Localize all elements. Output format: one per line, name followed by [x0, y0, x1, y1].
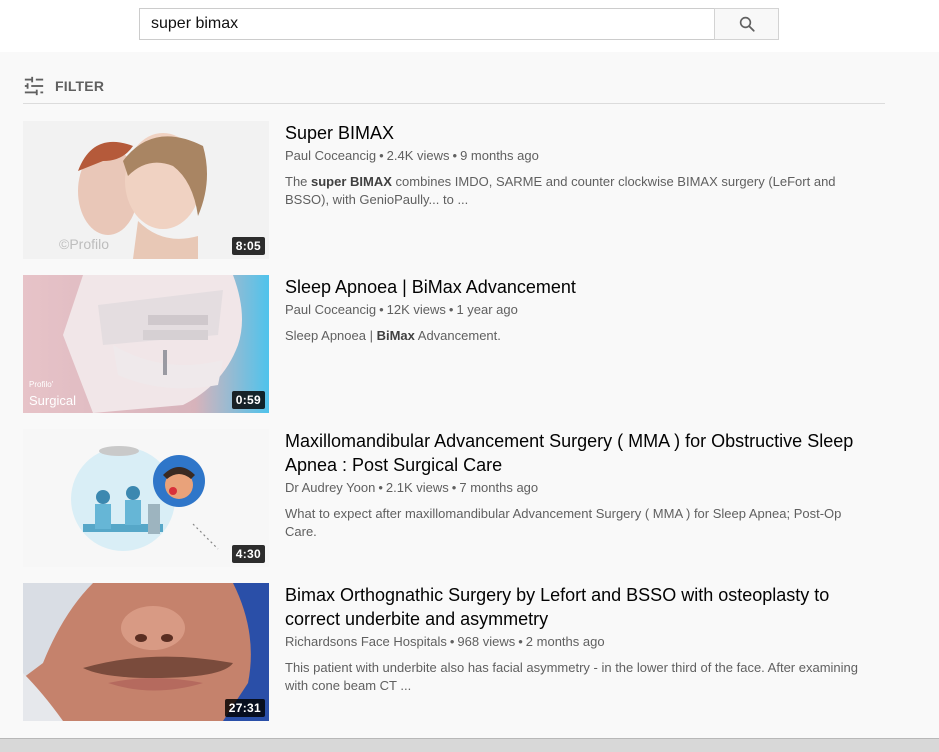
video-description: This patient with underbite also has fac… — [285, 660, 858, 693]
video-title[interactable]: Maxillomandibular Advancement Surgery ( … — [285, 429, 875, 477]
video-meta: Dr Audrey Yoon • 2.1K views • 7 months ago — [285, 479, 875, 497]
meta-separator: • — [449, 634, 455, 649]
video-duration: 4:30 — [231, 545, 265, 563]
video-title[interactable]: Sleep Apnoea | BiMax Advancement — [285, 275, 875, 299]
thumbnail-watermark: Profilo' — [29, 380, 54, 389]
filter-sliders-icon — [23, 75, 45, 97]
view-count: 2.4K views — [386, 148, 450, 163]
video-duration: 8:05 — [231, 237, 265, 255]
video-meta: Richardsons Face Hospitals • 968 views • 2 m… — [285, 633, 875, 651]
upload-age: 7 months ago — [459, 480, 539, 495]
search-input[interactable] — [139, 8, 715, 40]
search-icon — [738, 15, 756, 33]
video-thumbnail[interactable]: ©Profilo 8:05 — [23, 121, 269, 259]
thumbnail-watermark: Surgical — [29, 393, 76, 408]
meta-separator: • — [378, 480, 383, 495]
upload-age: 9 months ago — [460, 148, 539, 163]
video-thumbnail[interactable]: Profilo' Surgical 0:59 — [23, 275, 269, 413]
filter-button[interactable]: FILTER — [23, 74, 104, 98]
video-meta: Paul Coceancig • 12K views • 1 year ago — [285, 301, 875, 319]
filter-divider — [23, 103, 885, 104]
video-duration: 27:31 — [224, 699, 265, 717]
search-button[interactable] — [714, 8, 779, 40]
view-count: 2.1K views — [385, 480, 449, 495]
video-duration: 0:59 — [231, 391, 265, 409]
meta-separator: • — [379, 302, 384, 317]
horizontal-scrollbar[interactable] — [0, 738, 939, 752]
video-thumbnail[interactable]: 4:30 — [23, 429, 269, 567]
thumbnail-watermark: ©Profilo — [59, 236, 109, 252]
masthead — [0, 0, 939, 52]
upload-age: 2 months ago — [525, 634, 605, 649]
view-count: 12K views — [386, 302, 446, 317]
video-meta: Paul Coceancig • 2.4K views • 9 months ago — [285, 147, 875, 165]
channel-name[interactable]: Dr Audrey Yoon — [285, 480, 375, 495]
meta-separator: • — [451, 480, 457, 495]
video-title[interactable]: Super BIMAX — [285, 121, 875, 145]
video-result[interactable]: Profilo' Surgical 0:59 Sleep Apnoea | Bi… — [23, 275, 885, 413]
video-title[interactable]: Bimax Orthognathic Surgery by Lefort and… — [285, 583, 875, 631]
upload-age: 1 year ago — [456, 302, 518, 317]
video-result[interactable]: 4:30 Maxillomandibular Advancement Surge… — [23, 429, 885, 567]
meta-separator: • — [448, 302, 454, 317]
meta-separator: • — [379, 148, 384, 163]
channel-name[interactable]: Paul Coceancig — [285, 302, 376, 317]
meta-separator: • — [518, 634, 523, 649]
video-thumbnail[interactable]: 27:31 — [23, 583, 269, 721]
meta-separator: • — [452, 148, 458, 163]
video-description: What to expect after maxillomandibular A… — [285, 506, 842, 539]
channel-name[interactable]: Paul Coceancig — [285, 148, 376, 163]
filter-label: FILTER — [55, 78, 105, 94]
view-count: 968 views — [457, 634, 516, 649]
video-result[interactable]: ©Profilo 8:05 Super BIMAX Paul Coceancig… — [23, 121, 885, 259]
video-description: Sleep Apnoea | BiMax Advancement. — [285, 328, 501, 343]
video-result[interactable]: 27:31 Bimax Orthognathic Surgery by Lefo… — [23, 583, 885, 721]
video-description: The super BIMAX combines IMDO, SARME and… — [285, 174, 836, 207]
channel-name[interactable]: Richardsons Face Hospitals — [285, 634, 447, 649]
